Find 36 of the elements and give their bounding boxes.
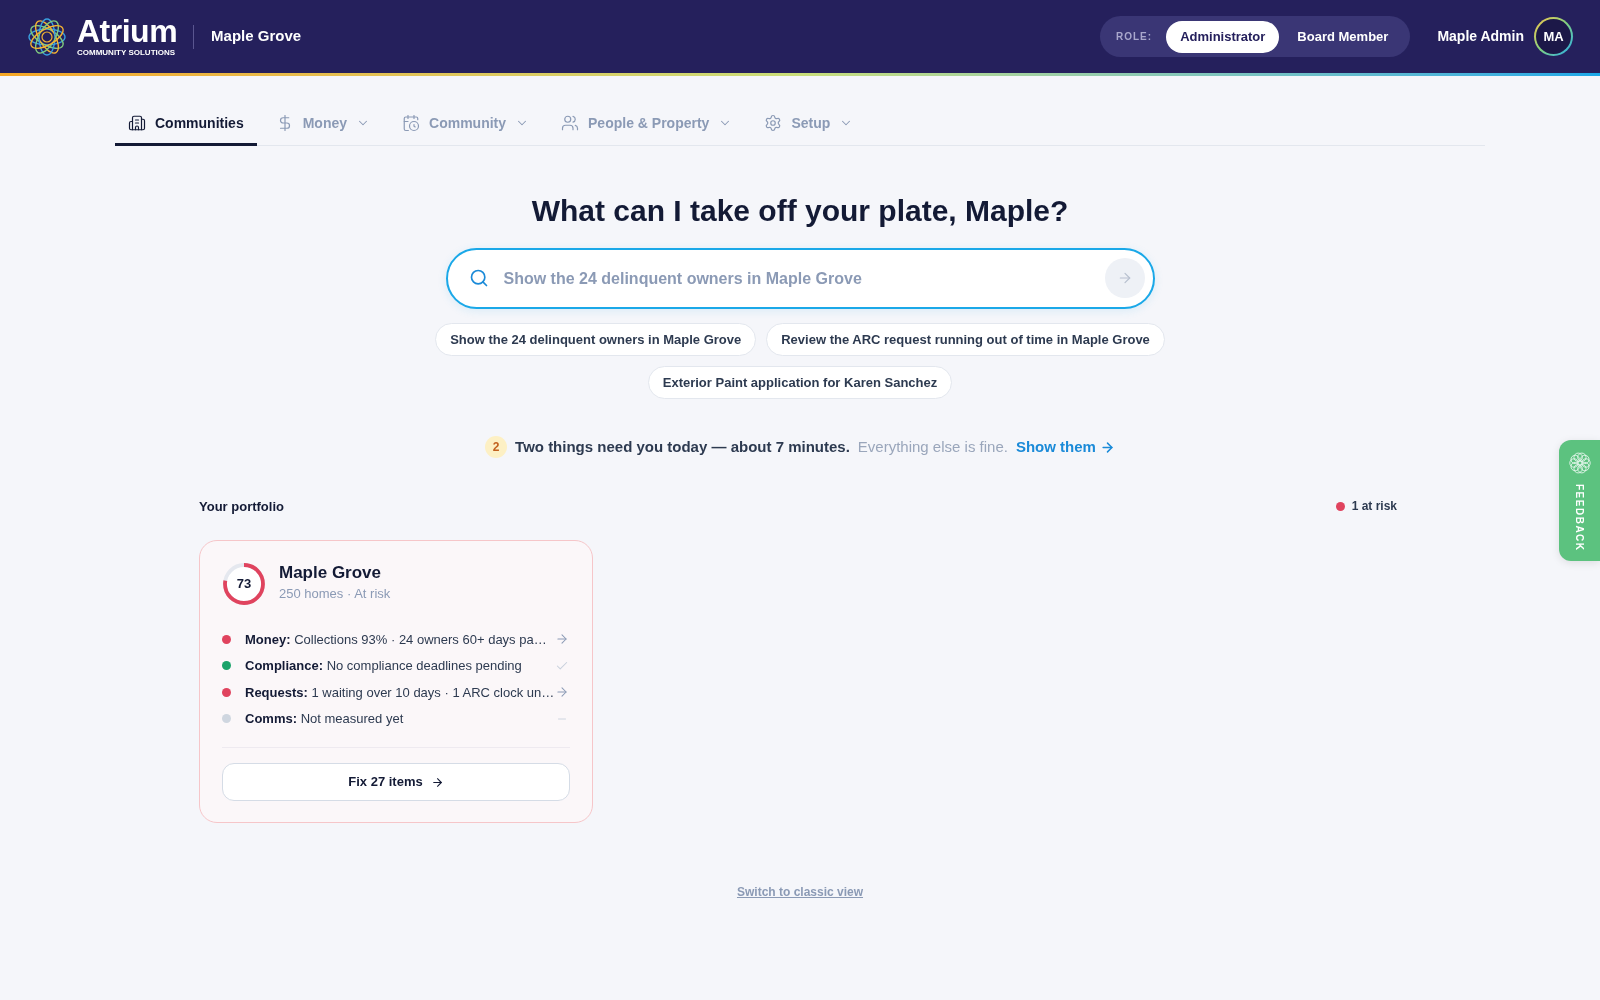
risk-summary: 1 at risk: [1351, 498, 1397, 516]
arrow-right-icon: [1099, 439, 1115, 455]
score-value: 73: [235, 575, 253, 594]
section-title: Your portfolio: [199, 497, 284, 516]
metric-text: Requests: 1 waiting over 10 days · 1 ARC clock un…: [245, 683, 555, 702]
metric-text: Comms: Not measured yet: [245, 710, 405, 728]
rosette-logo-icon: [27, 16, 67, 57]
calendar-clock-icon: [402, 114, 421, 132]
role-option[interactable]: Administrator: [1166, 20, 1280, 53]
page-heading: What can I take off your plate, Maple?: [530, 193, 1070, 229]
alert-count: 2: [485, 436, 508, 459]
rosette-icon: [1568, 452, 1591, 474]
metric-text: Money: Collections 93% · 24 owners 60+ days pa…: [245, 630, 548, 649]
role-option[interactable]: Board Member: [1279, 20, 1407, 53]
brand-tagline: COMMUNITY SOLUTIONS: [77, 47, 177, 58]
search-icon: [468, 268, 489, 288]
suggestion-chip[interactable]: Review the ARC request running out of time in Maple Grove: [766, 323, 1165, 356]
role-label: ROLE:: [1116, 30, 1153, 44]
brand-name: Atrium: [77, 15, 178, 46]
metric-text: Compliance: No compliance deadlines pending: [245, 657, 523, 675]
building-icon: [128, 114, 146, 132]
user-avatar[interactable]: MA: [1534, 17, 1573, 56]
suggestion-chip[interactable]: Show the 24 delinquent owners in Maple Grove: [435, 323, 757, 356]
fix-items-button[interactable]: Fix 27 items: [222, 763, 570, 801]
user-name: Maple Admin: [1437, 27, 1524, 46]
community-subtitle: 250 homes · At risk: [279, 585, 391, 603]
search-field[interactable]: Show the 24 delinquent owners in Maple Grove: [445, 248, 1155, 309]
gear-icon: [764, 114, 783, 132]
alert-note: Everything else is fine.: [857, 437, 1008, 457]
alert-message: Two things need you today — about 7 minutes.: [515, 437, 850, 457]
community-name: Maple Grove: [211, 26, 302, 47]
nav-tab[interactable]: Communities: [115, 103, 257, 146]
suggestion-chip[interactable]: Exterior Paint application for Karen Sanchez: [647, 366, 953, 399]
arrow-right-icon: [430, 775, 444, 789]
community-title: Maple Grove: [279, 562, 383, 584]
people-icon: [561, 114, 580, 132]
